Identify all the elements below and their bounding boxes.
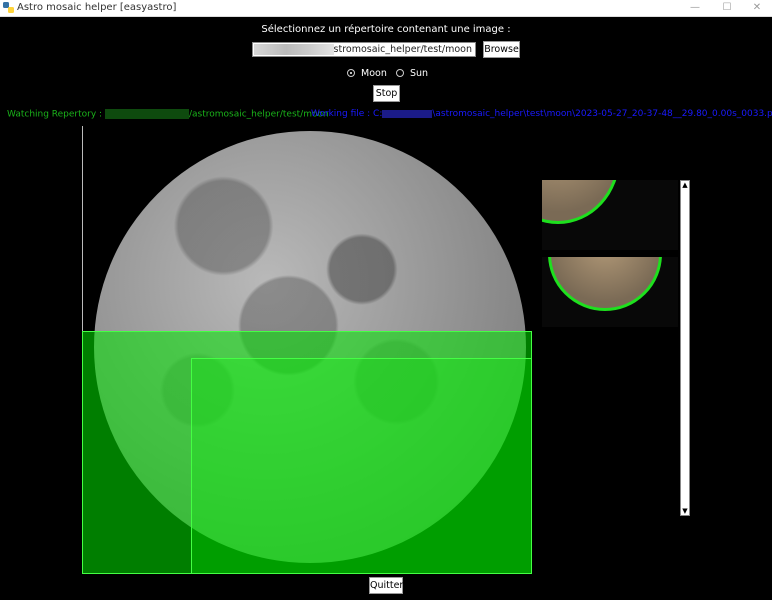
arrow-down-icon[interactable]: ▼ [681,507,689,515]
radio-moon[interactable]: Moon [347,67,387,79]
browse-button[interactable]: Browse [483,41,520,58]
thumbnail-scrollbar[interactable]: ▲ ▼ [680,180,690,516]
redacted-path-segment [104,109,189,119]
redacted-path-segment [254,44,334,55]
crescent-thumbnail [548,257,662,311]
thumbnail-2[interactable] [542,257,678,327]
working-status: Working file : C: \astromosaic_helper\tes… [311,109,772,119]
directory-prompt: Sélectionnez un répertoire contenant une… [261,24,511,35]
arrow-up-icon[interactable]: ▲ [681,181,689,189]
watching-status: Watching Repertory : /astromosaic_helper… [7,109,329,120]
title-bar: Astro mosaic helper [easyastro] — ☐ ✕ [0,0,772,17]
stop-button[interactable]: Stop [373,85,400,102]
thumbnail-1[interactable] [542,180,678,250]
minimize-button[interactable]: — [680,0,710,16]
crescent-thumbnail [542,180,620,224]
mosaic-tile-overlay-2 [191,358,532,574]
thumbnail-list[interactable] [542,180,678,330]
radio-sun[interactable]: Sun [396,67,428,79]
redacted-path-segment [382,109,433,118]
close-button[interactable]: ✕ [742,0,772,16]
image-canvas[interactable] [82,126,532,574]
directory-path-input[interactable]: /astromosaic_helper/test/moon [252,42,476,57]
quit-button[interactable]: Quitter [369,577,403,594]
maximize-button[interactable]: ☐ [712,0,742,16]
radio-sun-indicator[interactable] [396,69,404,77]
python-icon [3,2,14,13]
window-title: Astro mosaic helper [easyastro] [17,2,177,13]
radio-moon-indicator[interactable] [347,69,355,77]
